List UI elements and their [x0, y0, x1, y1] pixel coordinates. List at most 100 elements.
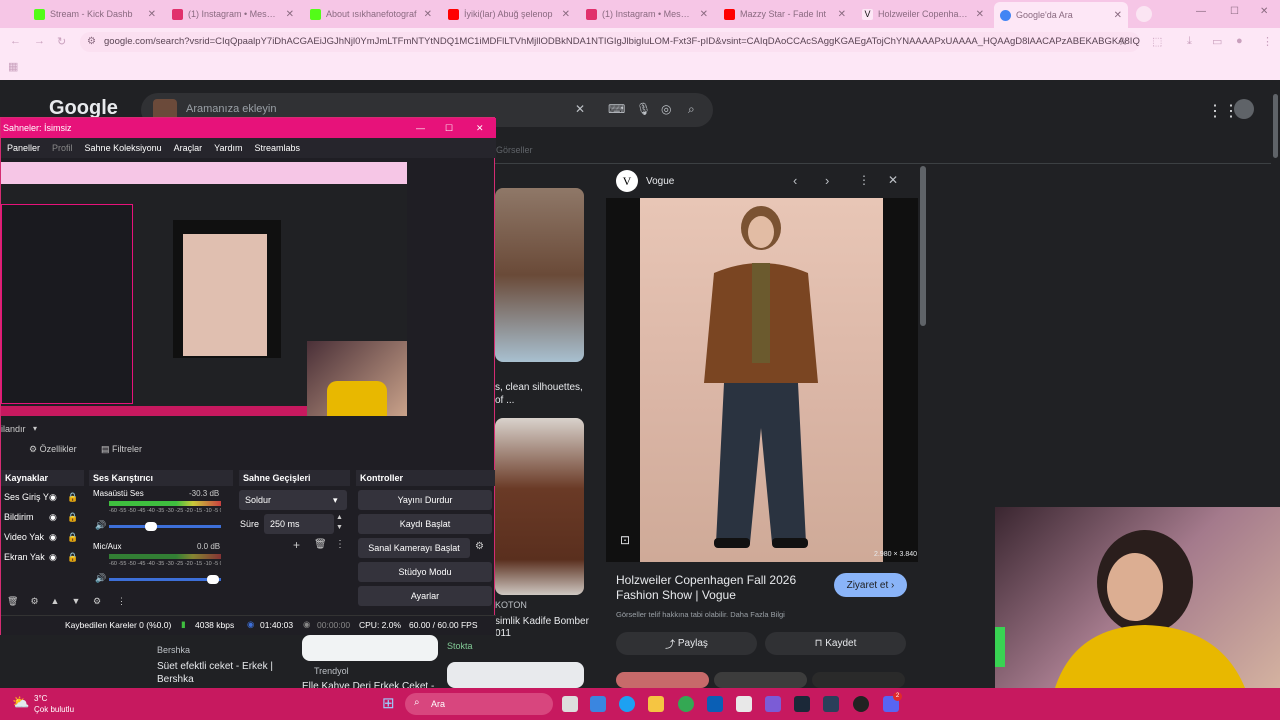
volume-slider-handle[interactable] — [207, 575, 219, 584]
menu-streamlabs[interactable]: Streamlabs — [248, 143, 306, 153]
cast-icon[interactable]: ▭ — [1212, 35, 1222, 48]
menu-scene-collection[interactable]: Sahne Koleksiyonu — [79, 143, 168, 153]
source-item[interactable]: Bildirim ◉ 🔒 — [1, 512, 78, 522]
browser-tab[interactable]: Mazzy Star - Fade Int ✕ — [718, 4, 852, 24]
more-icon[interactable]: ⋮ — [117, 596, 126, 607]
save-button[interactable]: ⊓ Kaydet — [765, 632, 906, 655]
trash-icon[interactable]: 🗑 — [314, 539, 327, 550]
search-icon[interactable]: ⌕ — [688, 102, 695, 117]
dropdown-arrow-icon[interactable]: ▾ — [33, 424, 37, 433]
account-avatar[interactable] — [1234, 99, 1254, 119]
prev-icon[interactable]: ‹ — [793, 173, 797, 188]
source-item[interactable]: Ekran Yak ◉ 🔒 — [1, 552, 78, 562]
obs-preview[interactable] — [1, 162, 407, 416]
result-image[interactable] — [495, 418, 584, 595]
panel-scrollbar[interactable] — [920, 166, 926, 326]
share-button[interactable]: ⤴ Paylaş — [616, 632, 757, 655]
result-source[interactable]: KOTON — [495, 600, 527, 610]
speaker-icon[interactable]: 🔊 — [95, 520, 106, 531]
forward-icon[interactable]: → — [34, 35, 45, 47]
lock-icon[interactable]: 🔒 — [67, 552, 78, 563]
close-icon[interactable]: ✕ — [286, 9, 294, 20]
preview-source[interactable]: Vogue — [646, 176, 674, 187]
next-icon[interactable]: › — [825, 173, 829, 188]
keyboard-icon[interactable]: ⌨ — [608, 102, 625, 116]
mail-icon[interactable] — [707, 696, 723, 712]
start-icon[interactable]: ⊞ — [382, 694, 395, 712]
result-caption[interactable]: 011 — [495, 627, 511, 640]
steam-app-icon[interactable] — [823, 696, 839, 712]
more-icon[interactable]: ⋮ — [858, 173, 870, 187]
menu-profile[interactable]: Profil — [46, 143, 79, 153]
lens-search-icon[interactable]: ⊡ — [620, 533, 630, 547]
result-caption[interactable]: Bershka — [157, 673, 194, 686]
related-image[interactable] — [714, 672, 807, 688]
close-icon[interactable]: ✕ — [148, 9, 156, 20]
scene-label[interactable]: ilandır — [1, 424, 26, 434]
volume-slider-handle[interactable] — [145, 522, 157, 531]
visit-button[interactable]: Ziyaret et › — [834, 573, 907, 597]
close-window-icon[interactable]: ✕ — [1260, 6, 1268, 17]
related-image[interactable] — [616, 672, 709, 688]
more-icon[interactable]: ⋮ — [335, 539, 345, 550]
close-icon[interactable]: ✕ — [838, 9, 846, 20]
eye-icon[interactable]: ◉ — [49, 552, 57, 563]
result-image[interactable] — [495, 188, 584, 362]
minimize-icon[interactable]: — — [1196, 6, 1206, 17]
stop-stream-button[interactable]: Yayını Durdur — [358, 490, 492, 510]
start-recording-button[interactable]: Kaydı Başlat — [358, 514, 492, 534]
back-icon[interactable]: ← — [10, 35, 21, 47]
address-bar[interactable]: ⚙ google.com/search?vsrid=CIqQpaalpY7iDh… — [80, 32, 1140, 52]
lock-icon[interactable]: 🔒 — [67, 512, 78, 523]
transition-select[interactable]: Soldur ▾ — [239, 490, 347, 510]
result-image[interactable] — [302, 635, 438, 661]
apps-icon[interactable]: ▦ — [8, 60, 18, 73]
site-info-icon[interactable]: ⚙ — [87, 32, 96, 52]
obs-icon[interactable] — [853, 696, 869, 712]
browser-tab[interactable]: About ısıkhanefotograf ✕ — [304, 4, 438, 24]
weather-temp[interactable]: 3°C — [34, 694, 47, 703]
edge-icon[interactable] — [619, 696, 635, 712]
eye-icon[interactable]: ◉ — [49, 492, 57, 503]
up-icon[interactable]: ▲ — [51, 596, 60, 607]
browser-tab-active[interactable]: Google'da Ara ✕ — [994, 2, 1128, 28]
result-caption[interactable]: of ... — [495, 394, 514, 407]
minimize-icon[interactable]: — — [416, 118, 425, 138]
result-image[interactable] — [447, 662, 584, 688]
menu-panels[interactable]: Paneller — [1, 143, 46, 153]
browser-tab[interactable]: İyiki(lar) Abuğ şelenop ✕ — [442, 4, 576, 24]
virtual-camera-settings-icon[interactable]: ⚙ — [475, 541, 484, 552]
eye-icon[interactable]: ◉ — [49, 512, 57, 523]
lens-icon[interactable]: ◎ — [661, 102, 671, 116]
weather-desc[interactable]: Çok bulutlu — [34, 705, 74, 714]
settings-button[interactable]: Ayarlar — [358, 586, 492, 606]
close-icon[interactable]: ✕ — [976, 9, 984, 20]
stepper-up-icon[interactable]: ▲ — [336, 514, 343, 521]
result-caption[interactable]: s, clean silhouettes, — [495, 381, 583, 394]
close-icon[interactable]: ✕ — [1114, 10, 1122, 21]
result-source[interactable]: Bershka — [157, 645, 190, 655]
download-icon[interactable]: ⤓ — [1187, 35, 1192, 48]
preview-title[interactable]: Holzweiler Copenhagen Fall 2026 Fashion … — [616, 573, 826, 603]
browser-tab[interactable]: Stream - Kick Dashb ✕ — [28, 4, 162, 24]
profile-icon[interactable]: ● — [1236, 35, 1243, 47]
file-explorer-icon[interactable] — [648, 696, 664, 712]
menu-tools[interactable]: Araçlar — [168, 143, 209, 153]
close-icon[interactable]: ✕ — [476, 118, 484, 138]
store-icon[interactable] — [736, 696, 752, 712]
maximize-icon[interactable]: ☐ — [445, 118, 453, 138]
speaker-icon[interactable]: 🔊 — [95, 573, 106, 584]
mixer-settings-icon[interactable]: ⚙ — [93, 596, 101, 607]
weather-icon[interactable]: ⛅ — [12, 694, 29, 711]
source-item[interactable]: Ses Giriş Y ◉ 🔒 — [1, 492, 78, 502]
menu-help[interactable]: Yardım — [208, 143, 248, 153]
duration-input[interactable]: 250 ms — [264, 514, 334, 534]
start-virtual-camera-button[interactable]: Sanal Kamerayı Başlat — [358, 538, 470, 558]
close-icon[interactable]: ✕ — [424, 9, 432, 20]
trash-icon[interactable]: 🗑 — [7, 596, 18, 607]
browser-tab[interactable]: (1) Instagram • Mesajlar ✕ — [166, 4, 300, 24]
eye-icon[interactable]: ◉ — [49, 532, 57, 543]
reload-icon[interactable]: ↻ — [57, 35, 66, 48]
source-item[interactable]: Video Yak ◉ 🔒 — [1, 532, 78, 542]
preview-image[interactable] — [640, 198, 883, 562]
